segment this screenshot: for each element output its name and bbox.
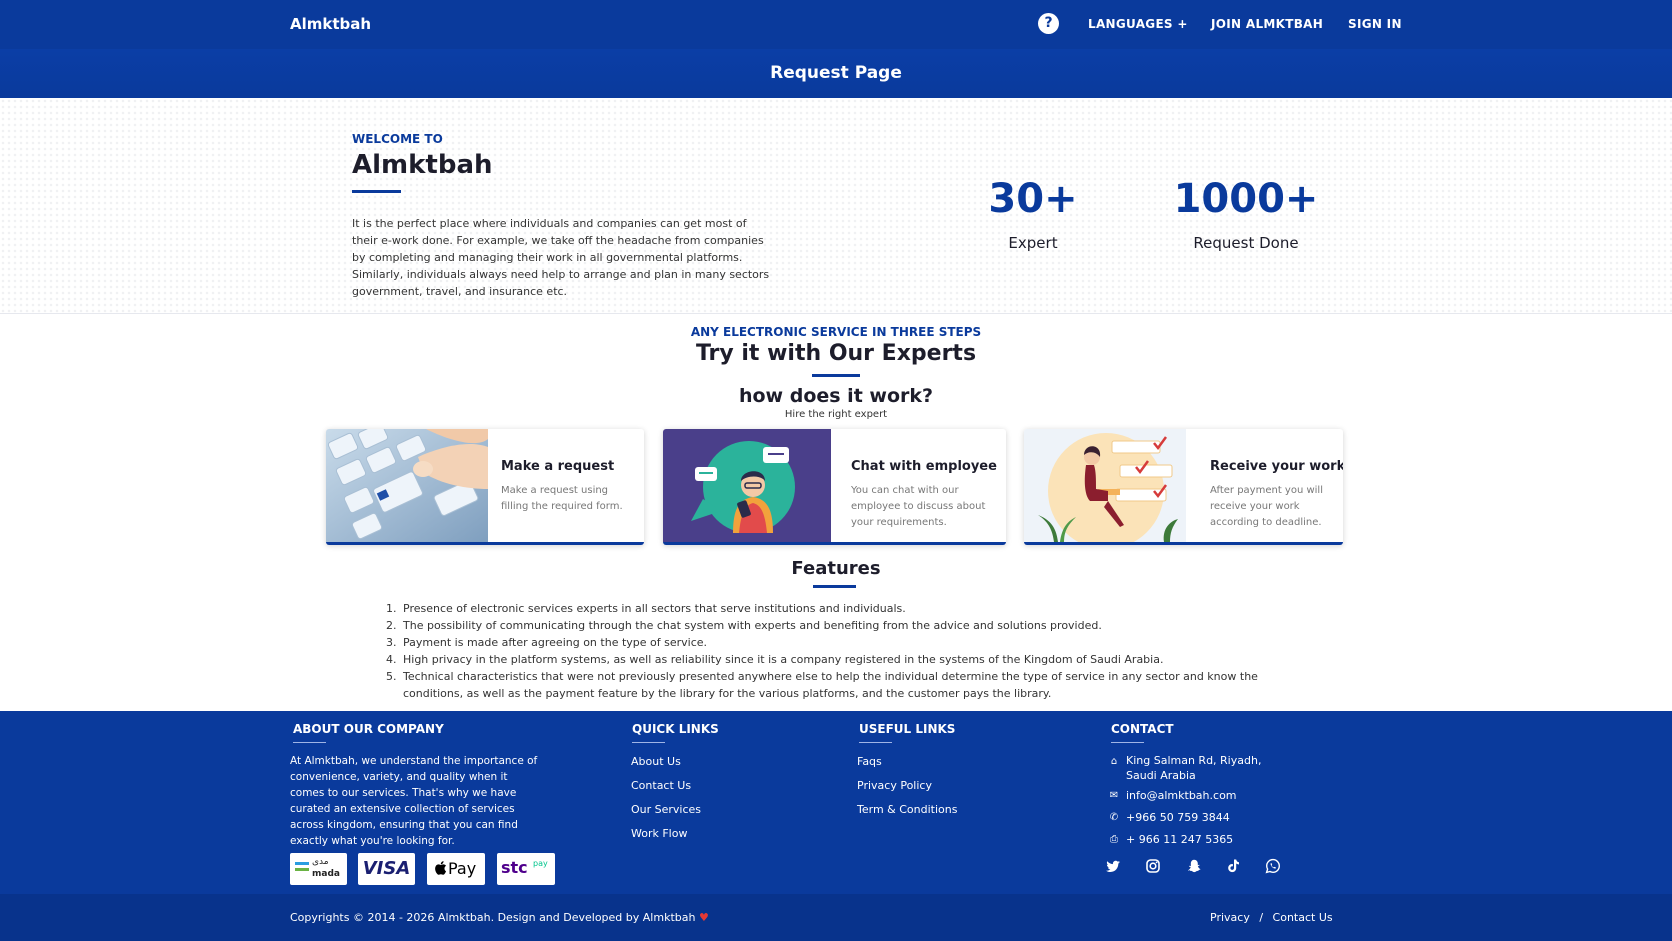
features-title-underline — [813, 585, 856, 588]
hero-section: WELCOME TO Almktbah It is the perfect pl… — [0, 98, 1672, 314]
page-title: Request Page — [770, 63, 902, 83]
step-card-title: Receive your work — [1210, 459, 1343, 474]
brand-logo-text[interactable]: Almktbah — [290, 15, 371, 33]
apple-pay-logo: Pay — [427, 853, 485, 885]
contact-email[interactable]: info@almktbah.com — [1126, 788, 1237, 803]
fax-icon: ⎙ — [1110, 834, 1118, 845]
home-icon: ⌂ — [1110, 756, 1118, 767]
footer-quick-links-heading: QUICK LINKS — [632, 722, 719, 736]
applepay-text: Pay — [448, 859, 477, 878]
heart-icon: ♥ — [698, 911, 709, 924]
bottom-links: Privacy / Contact Us — [1210, 911, 1333, 924]
mada-text: mada — [312, 869, 340, 879]
bottom-separator: / — [1259, 911, 1264, 924]
feature-item: The possibility of communicating through… — [400, 617, 1300, 634]
receive-work-illustration — [1024, 429, 1186, 542]
stc-pay-logo: stc pay — [497, 853, 555, 885]
feature-item: Payment is made after agreeing on the ty… — [400, 634, 1300, 651]
twitter-icon[interactable] — [1105, 858, 1121, 874]
step-card-receive[interactable]: Receive your work After payment you will… — [1024, 429, 1343, 545]
join-link[interactable]: JOIN ALMKTBAH — [1211, 17, 1323, 31]
footer-link-workflow[interactable]: Work Flow — [631, 827, 687, 840]
phone-icon: ✆ — [1109, 812, 1119, 823]
heading-underline — [293, 742, 326, 743]
footer-link-privacy-policy[interactable]: Privacy Policy — [857, 779, 932, 792]
footer-link-contact[interactable]: Contact Us — [631, 779, 691, 792]
steps-title-underline — [812, 374, 860, 377]
heading-underline — [859, 742, 892, 743]
copyright-bar: Copyrights © 2014 - 2026 Almktbah. Desig… — [0, 894, 1672, 941]
contact-phone[interactable]: +966 50 759 3844 — [1126, 810, 1230, 825]
hero-description: It is the perfect place where individual… — [352, 217, 770, 298]
step-card-description: You can chat with our employee to discus… — [851, 485, 986, 528]
footer-useful-links-heading: USEFUL LINKS — [859, 722, 956, 736]
footer-link-about[interactable]: About Us — [631, 755, 681, 768]
chat-employee-illustration — [663, 429, 831, 542]
step-card-request[interactable]: Make a request Make a request using fill… — [326, 429, 644, 545]
keyboard-request-illustration — [326, 429, 488, 542]
help-icon[interactable]: ? — [1038, 13, 1059, 34]
feature-item: Presence of electronic services experts … — [400, 600, 1300, 617]
copyright-text-wrapper: Copyrights © 2014 - 2026 Almktbah. Desig… — [290, 911, 709, 924]
features-list: Presence of electronic services experts … — [400, 600, 1300, 702]
visa-logo: VISA — [358, 853, 415, 885]
heading-underline — [1111, 742, 1144, 743]
stat-requests-value: 1000+ — [1173, 176, 1319, 222]
steps-kicker: ANY ELECTRONIC SERVICE IN THREE STEPS — [690, 325, 982, 339]
stc-pay-text: pay — [533, 859, 548, 868]
instagram-icon[interactable] — [1145, 858, 1161, 874]
stat-expert-value: 30+ — [988, 176, 1078, 222]
top-navbar: Almktbah ? LANGUAGES + JOIN ALMKTBAH SIG… — [0, 0, 1672, 49]
how-it-works-subtitle: Hire the right expert — [784, 409, 888, 420]
stat-expert-label: Expert — [1008, 234, 1058, 252]
footer: ABOUT OUR COMPANY At Almktbah, we unders… — [0, 711, 1672, 894]
mada-logo: مدى mada — [290, 853, 347, 885]
step-card-title: Make a request — [501, 459, 615, 474]
page-title-bar: Request Page — [0, 49, 1672, 98]
how-it-works-title: how does it work? — [738, 385, 934, 407]
tiktok-icon[interactable] — [1225, 858, 1241, 874]
stc-text: stc — [501, 858, 528, 877]
footer-link-services[interactable]: Our Services — [631, 803, 701, 816]
feature-item: Technical characteristics that were not … — [400, 668, 1300, 702]
visa-text: VISA — [362, 858, 411, 879]
contact-fax: + 966 11 247 5365 — [1126, 833, 1234, 846]
step-card-chat[interactable]: Chat with employee You can chat with our… — [663, 429, 1006, 545]
footer-about-heading: ABOUT OUR COMPANY — [293, 722, 444, 736]
features-title: Features — [791, 558, 881, 579]
languages-menu[interactable]: LANGUAGES + — [1088, 17, 1188, 31]
footer-contact-heading: CONTACT — [1111, 722, 1174, 736]
step-card-description: Make a request using filling the require… — [501, 485, 623, 512]
step-card-title: Chat with employee — [851, 459, 997, 474]
bottom-contact-link[interactable]: Contact Us — [1273, 911, 1333, 924]
bottom-privacy-link[interactable]: Privacy — [1210, 911, 1250, 924]
step-card-description: After payment you will receive your work… — [1210, 485, 1323, 528]
whatsapp-icon[interactable] — [1265, 858, 1281, 874]
snapchat-icon[interactable] — [1186, 858, 1202, 874]
welcome-kicker: WELCOME TO — [352, 132, 443, 146]
title-underline — [352, 190, 401, 193]
footer-about-text: At Almktbah, we understand the importanc… — [290, 755, 538, 847]
envelope-icon: ✉ — [1109, 790, 1119, 801]
footer-link-faqs[interactable]: Faqs — [857, 755, 882, 768]
copyright-text: Copyrights © 2014 - 2026 Almktbah. Desig… — [290, 911, 696, 924]
hero-title: Almktbah — [352, 150, 493, 180]
stat-requests-label: Request Done — [1193, 234, 1299, 252]
heading-underline — [632, 742, 665, 743]
feature-item: High privacy in the platform systems, as… — [400, 651, 1300, 668]
mada-arabic-text: مدى — [312, 857, 329, 867]
footer-link-terms[interactable]: Term & Conditions — [857, 803, 957, 816]
world-map-background — [0, 98, 1672, 313]
apple-icon — [435, 861, 446, 875]
contact-address: King Salman Rd, Riyadh, Saudi Arabia — [1126, 754, 1262, 782]
steps-title: Try it with Our Experts — [695, 341, 977, 366]
signin-link[interactable]: SIGN IN — [1348, 17, 1402, 31]
